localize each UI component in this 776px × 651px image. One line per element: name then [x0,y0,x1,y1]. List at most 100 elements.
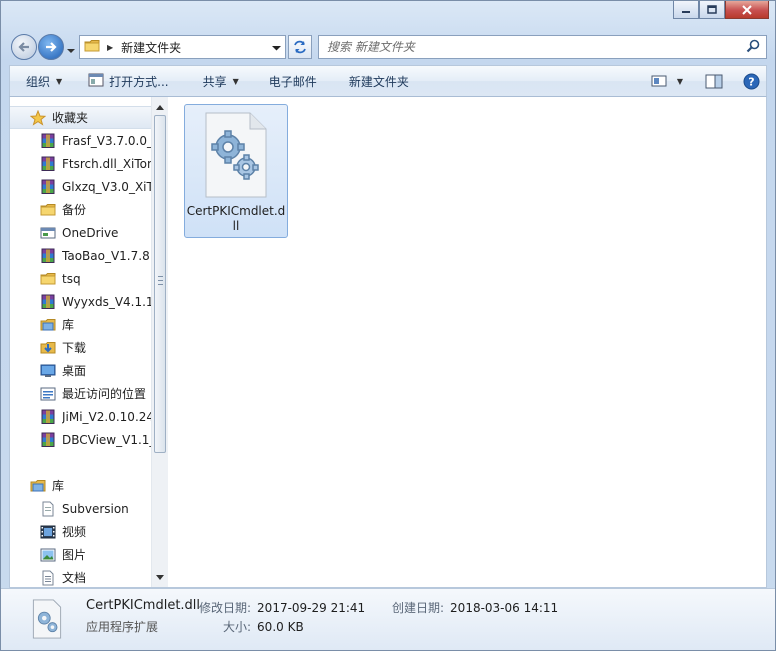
favorites-item[interactable]: TaoBao_V1.7.8.0 [10,244,152,267]
favorites-item[interactable]: tsq [10,267,152,290]
address-dropdown[interactable] [272,40,281,54]
open-with-icon [88,73,104,90]
favorites-label: 收藏夹 [52,111,89,125]
search-input[interactable] [327,40,746,54]
file-name: CertPKICmdlet.dll [186,204,286,233]
minimize-icon [682,10,690,13]
details-file-name: CertPKICmdlet.dll [86,598,201,613]
libraries-item-label: 视频 [62,525,87,539]
favorites-item-label: 下载 [62,341,87,355]
favorites-item-label: DBCView_V1.1_XiTongZhiJia [62,432,152,447]
breadcrumb-arrow-icon[interactable]: ▶ [107,43,113,52]
libraries-item-label: Subversion [62,501,129,516]
open-with-label: 打开方式... [109,74,169,89]
forward-button[interactable] [38,34,64,60]
navigation-pane: 收藏夹 Frasf_V3.7.0.0_XiTongZhiJia Ftsrch.dl… [10,97,168,587]
libraries-header[interactable]: 库 [10,474,152,497]
rar-archive-icon [40,179,56,195]
favorites-item[interactable]: 桌面 [10,359,152,382]
favorites-item-label: Glxzq_V3.0_XiTongZhiJia [62,179,152,194]
back-button[interactable] [11,34,37,60]
recent-places-icon [40,386,56,402]
scrollbar-thumb[interactable] [154,115,166,453]
favorites-item[interactable]: Ftsrch.dll_XiTongZhiJia [10,152,152,175]
favorites-header[interactable]: 收藏夹 [10,106,152,129]
share-label: 共享 [202,74,227,89]
favorites-item-label: OneDrive [62,225,119,240]
rar-archive-icon [40,133,56,149]
files-pane[interactable]: CertPKICmdlet.dll [168,97,766,587]
search-box[interactable] [318,35,767,59]
modified-value: 2017-09-29 21:41 [257,601,366,615]
favorites-item[interactable]: OneDrive [10,221,152,244]
organize-label: 组织 [26,74,51,89]
libraries-item-label: 文档 [62,571,87,585]
close-button[interactable] [725,1,769,19]
breadcrumb-current-folder[interactable]: 新建文件夹 [121,39,272,56]
favorites-item[interactable]: Frasf_V3.7.0.0_XiTongZhiJia [10,129,152,152]
preview-pane-button[interactable] [699,74,729,89]
libraries-item[interactable]: 图片 [10,543,152,566]
dll-gear-icon [31,599,63,642]
recent-pages-dropdown[interactable] [67,43,75,57]
help-button[interactable]: ? [737,73,766,90]
favorites-list: Frasf_V3.7.0.0_XiTongZhiJia Ftsrch.dll_Xi… [10,129,152,451]
refresh-button[interactable] [288,35,312,59]
libraries-item[interactable]: Subversion [10,497,152,520]
favorites-item[interactable]: JiMi_V2.0.10.24_XiTongZhiJia [10,405,152,428]
open-with-button[interactable]: 打开方式... [78,66,178,96]
minimize-button[interactable] [673,1,699,19]
scroll-down-arrow[interactable] [152,569,168,585]
address-bar[interactable]: ▶ 新建文件夹 [79,35,286,59]
favorites-item[interactable]: 库 [10,313,152,336]
file-item[interactable]: CertPKICmdlet.dll [184,104,288,238]
maximize-button[interactable] [699,1,725,19]
library-icon [30,478,46,494]
favorites-section: 收藏夹 Frasf_V3.7.0.0_XiTongZhiJia Ftsrch.dl… [10,97,152,451]
favorites-item[interactable]: Wyyxds_V4.1.1.1 [10,290,152,313]
details-modified: 修改日期: 2017-09-29 21:41 [199,599,365,616]
libraries-item[interactable]: 文档 [10,566,152,587]
toolbar-right: ▼ ? [645,73,766,90]
search-icon[interactable] [746,39,760,56]
rar-archive-icon [40,294,56,310]
favorites-item[interactable]: Glxzq_V3.0_XiTongZhiJia [10,175,152,198]
rar-archive-icon [40,409,56,425]
documents-icon [40,570,56,586]
close-icon [742,4,752,15]
modified-label: 修改日期: [199,601,252,615]
size-label: 大小: [223,620,252,634]
chevron-down-icon [156,574,164,580]
chevron-down-icon[interactable]: ▼ [677,77,683,86]
size-value: 60.0 KB [257,620,304,634]
navigation-scrollbar[interactable] [151,97,168,587]
favorites-item[interactable]: 最近访问的位置 [10,382,152,405]
scroll-up-arrow[interactable] [152,99,168,115]
folder-icon [84,38,100,57]
favorites-item[interactable]: 下载 [10,336,152,359]
favorites-item-label: JiMi_V2.0.10.24_XiTongZhiJia [62,409,152,424]
change-view-button[interactable]: ▼ [645,75,689,87]
onedrive-icon [40,225,56,241]
chevron-down-icon: ▼ [56,76,63,86]
desktop-icon [40,363,56,379]
favorites-item-label: Ftsrch.dll_XiTongZhiJia [62,156,152,171]
subversion-icon [40,501,56,517]
favorites-item[interactable]: 备份 [10,198,152,221]
details-file-type: 应用程序扩展 [86,620,159,634]
favorites-item[interactable]: DBCView_V1.1_XiTongZhiJia [10,428,152,451]
share-button[interactable]: 共享 ▼ [193,66,249,96]
email-label: 电子邮件 [268,74,317,89]
downloads-icon [40,340,56,356]
new-folder-button[interactable]: 新建文件夹 [339,66,419,96]
email-button[interactable]: 电子邮件 [259,66,327,96]
scrollbar-grip [158,276,163,285]
refresh-icon [294,40,306,54]
help-icon: ? [743,73,760,89]
chevron-down-icon [67,49,75,53]
libraries-section: 库 Subversion 视频图片文档 [10,474,152,587]
organize-button[interactable]: 组织 ▼ [10,66,72,96]
folder-icon [40,271,56,287]
libraries-item[interactable]: 视频 [10,520,152,543]
new-folder-label: 新建文件夹 [348,74,409,89]
